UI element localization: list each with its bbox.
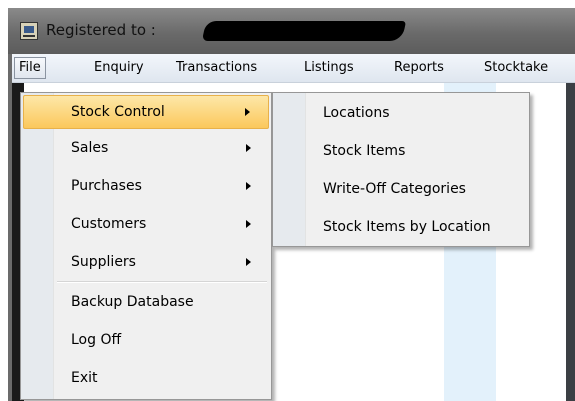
menu-item-label: Stock Control bbox=[71, 104, 165, 120]
app-icon[interactable] bbox=[20, 22, 38, 40]
submenu-arrow-icon bbox=[245, 108, 250, 116]
menu-item-suppliers[interactable]: Suppliers bbox=[23, 245, 269, 279]
submenu-item-stock-items-by-location[interactable]: Stock Items by Location bbox=[275, 209, 527, 245]
submenu-arrow-icon bbox=[246, 182, 251, 190]
menu-item-label: Exit bbox=[71, 370, 98, 386]
menu-item-label: Customers bbox=[71, 216, 147, 232]
menu-file[interactable]: File bbox=[14, 57, 46, 79]
menu-item-label: Suppliers bbox=[71, 254, 136, 270]
menu-bar: File Enquiry Transactions Listings Repor… bbox=[12, 54, 575, 83]
title-bar[interactable]: Registered to : bbox=[8, 8, 575, 54]
submenu-arrow-icon bbox=[246, 258, 251, 266]
submenu-item-stock-items[interactable]: Stock Items bbox=[275, 133, 527, 169]
menu-reports[interactable]: Reports bbox=[390, 57, 448, 79]
menu-separator bbox=[57, 281, 267, 283]
menu-listings[interactable]: Listings bbox=[300, 57, 358, 79]
menu-item-label: Stock Items bbox=[323, 143, 406, 159]
menu-item-label: Sales bbox=[71, 140, 109, 156]
submenu-arrow-icon bbox=[246, 144, 251, 152]
menu-item-customers[interactable]: Customers bbox=[23, 207, 269, 241]
menu-item-label: Purchases bbox=[71, 178, 142, 194]
menu-item-label: Stock Items by Location bbox=[323, 219, 491, 235]
redacted-registration-name bbox=[201, 21, 407, 41]
submenu-arrow-icon bbox=[246, 220, 251, 228]
file-dropdown-menu: Stock Control Sales Purchases Customers … bbox=[20, 92, 272, 400]
menu-item-label: Backup Database bbox=[71, 294, 194, 310]
menu-item-exit[interactable]: Exit bbox=[23, 361, 269, 395]
window-title: Registered to : bbox=[46, 21, 156, 39]
submenu-item-locations[interactable]: Locations bbox=[275, 95, 527, 131]
menu-item-log-off[interactable]: Log Off bbox=[23, 323, 269, 357]
menu-item-label: Locations bbox=[323, 105, 390, 121]
menu-item-sales[interactable]: Sales bbox=[23, 131, 269, 165]
menu-item-backup-database[interactable]: Backup Database bbox=[23, 285, 269, 319]
right-panel-edge bbox=[566, 83, 575, 401]
menu-item-label: Log Off bbox=[71, 332, 122, 348]
menu-stocktake[interactable]: Stocktake bbox=[480, 57, 552, 79]
submenu-item-write-off-categories[interactable]: Write-Off Categories bbox=[275, 171, 527, 207]
menu-transactions[interactable]: Transactions bbox=[172, 57, 261, 79]
menu-item-purchases[interactable]: Purchases bbox=[23, 169, 269, 203]
menu-item-stock-control[interactable]: Stock Control bbox=[23, 95, 269, 129]
menu-item-label: Write-Off Categories bbox=[323, 181, 466, 197]
stock-control-submenu: Locations Stock Items Write-Off Categori… bbox=[272, 92, 530, 247]
menu-enquiry[interactable]: Enquiry bbox=[90, 57, 148, 79]
